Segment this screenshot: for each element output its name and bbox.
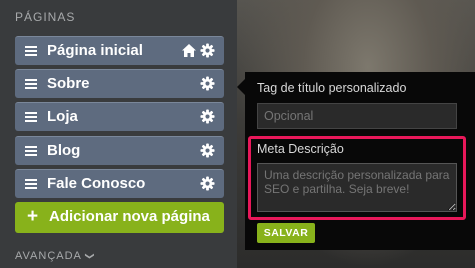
gear-icon[interactable] bbox=[200, 143, 215, 158]
drag-handle-icon[interactable] bbox=[25, 179, 37, 189]
page-item-blog[interactable]: Blog bbox=[15, 136, 224, 165]
page-item-label: Blog bbox=[47, 142, 81, 159]
page-item-label: Página inicial bbox=[47, 42, 143, 59]
title-tag-input[interactable] bbox=[257, 103, 457, 129]
save-button[interactable]: SALVAR bbox=[257, 223, 315, 243]
advanced-toggle[interactable]: AVANÇADA ❯ bbox=[15, 250, 95, 262]
plus-icon: + bbox=[27, 206, 39, 227]
title-tag-label: Tag de título personalizado bbox=[257, 81, 407, 95]
chevron-down-icon: ❯ bbox=[84, 252, 95, 261]
advanced-label: AVANÇADA bbox=[15, 250, 82, 262]
page-item-loja[interactable]: Loja bbox=[15, 102, 224, 131]
gear-icon[interactable] bbox=[200, 43, 215, 58]
drag-handle-icon[interactable] bbox=[25, 46, 37, 56]
drag-handle-icon[interactable] bbox=[25, 112, 37, 122]
gear-icon[interactable] bbox=[200, 76, 215, 91]
add-page-label: Adicionar nova página bbox=[49, 208, 210, 225]
page-item-label: Fale Conosco bbox=[47, 175, 146, 192]
page-item-label: Sobre bbox=[47, 75, 90, 92]
gear-icon[interactable] bbox=[200, 109, 215, 124]
section-title: PÁGINAS bbox=[15, 10, 76, 24]
add-page-button[interactable]: + Adicionar nova página bbox=[15, 202, 224, 233]
page-item-sobre[interactable]: Sobre bbox=[15, 69, 224, 98]
page-item-fale-conosco[interactable]: Fale Conosco bbox=[15, 169, 224, 198]
home-icon bbox=[182, 44, 196, 57]
pages-sidebar: PÁGINAS Página inicial Sobre Loja Blog F… bbox=[0, 0, 237, 268]
meta-description-textarea[interactable] bbox=[257, 163, 457, 212]
gear-icon[interactable] bbox=[200, 176, 215, 191]
drag-handle-icon[interactable] bbox=[25, 79, 37, 89]
page-item-label: Loja bbox=[47, 108, 78, 125]
drag-handle-icon[interactable] bbox=[25, 146, 37, 156]
page-item-pagina-inicial[interactable]: Página inicial bbox=[15, 36, 224, 65]
meta-description-label: Meta Descrição bbox=[257, 142, 344, 156]
